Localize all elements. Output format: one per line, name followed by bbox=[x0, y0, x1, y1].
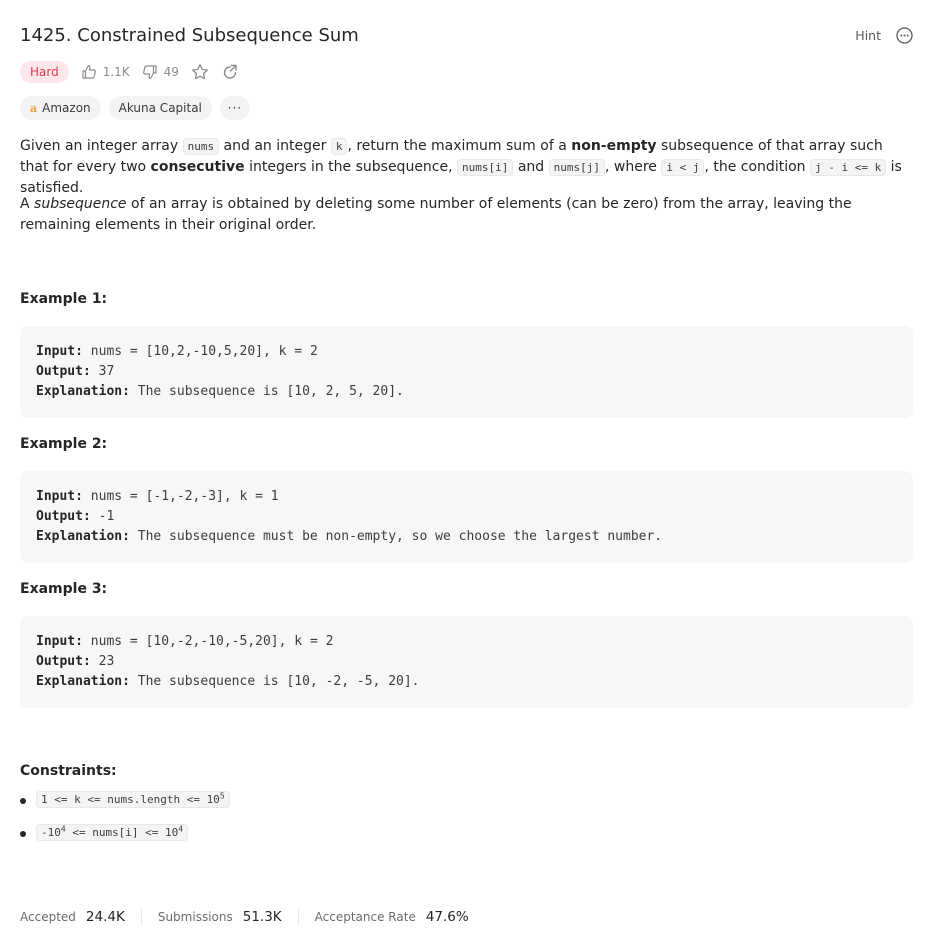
thumbs-down-icon bbox=[142, 65, 157, 80]
title-actions: Hint bbox=[855, 26, 913, 44]
submission-stats: Accepted 24.4K Submissions 51.3K Accepta… bbox=[20, 907, 501, 927]
share-button[interactable] bbox=[221, 63, 239, 81]
title-row: 1425. Constrained Subsequence Sum Hint bbox=[20, 20, 913, 50]
example-3-block: Input: nums = [10,-2,-10,-5,20], k = 2 O… bbox=[20, 616, 913, 708]
meta-row: Hard 1.1K 49 bbox=[20, 59, 239, 85]
example-1-block: Input: nums = [10,2,-10,5,20], k = 2 Out… bbox=[20, 326, 913, 418]
description-paragraph-1: Given an integer array nums and an integ… bbox=[20, 138, 902, 196]
hint-button[interactable]: Hint bbox=[855, 28, 881, 43]
constraints-list: 1 <= k <= nums.length <= 105 -104 <= num… bbox=[20, 791, 230, 857]
problem-description-panel: 1425. Constrained Subsequence Sum Hint H… bbox=[0, 0, 933, 940]
example-2-block: Input: nums = [-1,-2,-3], k = 1 Output: … bbox=[20, 471, 913, 563]
thumbs-up-icon bbox=[82, 64, 96, 79]
stat-acceptance-rate: Acceptance Rate 47.6% bbox=[314, 909, 469, 925]
stat-accepted: Accepted 24.4K bbox=[20, 909, 142, 925]
example-2-title: Example 2: bbox=[20, 436, 108, 452]
amazon-logo-icon: a bbox=[30, 101, 38, 115]
example-1-title: Example 1: bbox=[20, 291, 108, 307]
constraint-item: -104 <= nums[i] <= 104 bbox=[20, 824, 230, 857]
more-options-icon[interactable] bbox=[895, 26, 913, 44]
constraint-item: 1 <= k <= nums.length <= 105 bbox=[20, 791, 230, 824]
company-tags: a Amazon Akuna Capital ··· bbox=[20, 95, 250, 121]
problem-title[interactable]: 1425. Constrained Subsequence Sum bbox=[20, 25, 359, 46]
like-button[interactable]: 1.1K bbox=[81, 64, 130, 80]
tag-akuna-capital[interactable]: Akuna Capital bbox=[108, 96, 212, 120]
tag-amazon[interactable]: a Amazon bbox=[20, 96, 101, 120]
constraints-section: Constraints: 1 <= k <= nums.length <= 10… bbox=[20, 763, 230, 857]
like-count: 1.1K bbox=[102, 65, 130, 79]
tag-label: Amazon bbox=[42, 101, 91, 115]
favorite-button[interactable] bbox=[191, 63, 209, 81]
constraints-title: Constraints: bbox=[20, 763, 117, 779]
star-icon bbox=[192, 64, 208, 80]
dislike-button[interactable]: 49 bbox=[142, 64, 179, 80]
description-paragraph-2: A subsequence of an array is obtained by… bbox=[20, 196, 852, 233]
example-3-title: Example 3: bbox=[20, 581, 108, 597]
tag-label: Akuna Capital bbox=[118, 101, 202, 115]
dislike-count: 49 bbox=[163, 65, 179, 79]
more-tags-button[interactable]: ··· bbox=[219, 96, 250, 120]
difficulty-badge: Hard bbox=[20, 61, 69, 83]
stat-submissions: Submissions 51.3K bbox=[158, 909, 299, 925]
share-icon bbox=[223, 64, 237, 79]
